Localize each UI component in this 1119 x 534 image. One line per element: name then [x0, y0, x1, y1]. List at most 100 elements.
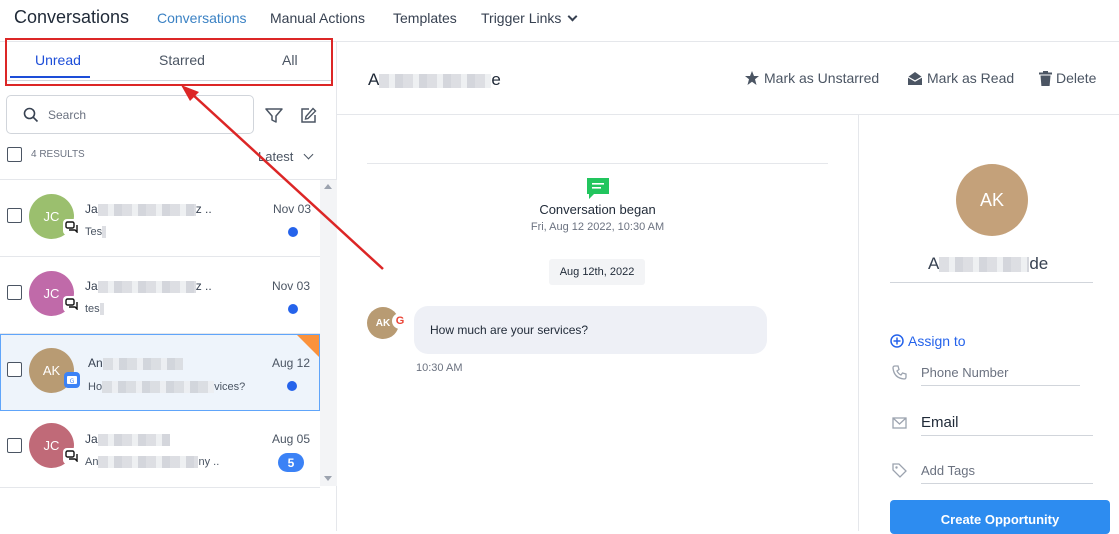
row-checkbox[interactable] — [7, 362, 22, 377]
conversation-list: JC Ja z .. Tes Nov 03 JC Ja z .. tes Nov 0… — [0, 179, 337, 488]
results-count: 4 RESULTS — [31, 149, 85, 160]
google-business-icon: G — [64, 372, 80, 388]
delete-button[interactable]: Delete — [1039, 70, 1096, 86]
search-input[interactable]: Search — [6, 95, 254, 134]
scroll-down-arrow-icon[interactable] — [324, 476, 332, 481]
row-name: Ja z .. — [85, 279, 212, 293]
redacted-text — [97, 203, 196, 216]
tab-all[interactable]: All — [282, 52, 298, 68]
row-preview-end: ny .. — [198, 456, 220, 468]
field-underline — [921, 385, 1080, 386]
chat-name-start: A — [368, 70, 380, 89]
tag-icon — [892, 463, 907, 478]
search-icon — [23, 107, 39, 123]
redacted-text — [939, 257, 1030, 273]
envelope-open-icon — [907, 71, 923, 85]
mark-read-label: Mark as Read — [927, 70, 1015, 86]
filter-icon[interactable] — [265, 108, 283, 124]
compose-icon[interactable] — [300, 107, 317, 124]
redacted-text — [98, 456, 199, 469]
assign-to-button[interactable]: Assign to — [890, 333, 966, 349]
nav-conversations[interactable]: Conversations — [157, 10, 247, 26]
message-time: 10:30 AM — [416, 362, 463, 374]
tab-active-indicator — [10, 76, 90, 78]
tags-field[interactable]: Add Tags — [921, 463, 975, 478]
chat-name-end: e — [491, 70, 501, 89]
row-name-start: Ja — [85, 279, 98, 293]
phone-field[interactable]: Phone Number — [921, 365, 1008, 380]
list-scrollbar[interactable] — [320, 180, 337, 486]
nav-trigger-links[interactable]: Trigger Links — [481, 10, 578, 26]
row-checkbox[interactable] — [7, 438, 22, 453]
star-icon — [745, 71, 759, 85]
mark-unstarred-button[interactable]: Mark as Unstarred — [744, 70, 879, 86]
row-preview: Tes — [85, 226, 107, 239]
chat-channel-icon — [63, 448, 79, 464]
email-field[interactable]: Email — [921, 414, 959, 431]
search-placeholder: Search — [48, 108, 87, 122]
nav-templates[interactable]: Templates — [393, 10, 457, 26]
row-preview-end: vices? — [214, 381, 246, 393]
contact-details-pane: AK Ade Assign to Phone Number Email Add … — [858, 115, 1119, 534]
row-name: An — [88, 356, 183, 370]
tabs-divider — [7, 80, 331, 81]
conversation-row[interactable]: JC Ja An ny .. Aug 05 5 — [0, 411, 320, 488]
row-checkbox[interactable] — [7, 208, 22, 223]
chat-contact-name: Ae — [368, 70, 501, 90]
star-corner-flag — [297, 335, 319, 357]
date-separator-chip: Aug 12th, 2022 — [549, 259, 645, 285]
tab-starred[interactable]: Starred — [159, 52, 205, 68]
contact-avatar: AK — [956, 164, 1028, 236]
conversation-began-date: Fri, Aug 12 2022, 10:30 AM — [530, 221, 665, 233]
chevron-down-icon — [567, 11, 578, 22]
row-name-start: An — [88, 356, 103, 370]
unread-count-badge: 5 — [278, 453, 304, 472]
scroll-up-arrow-icon[interactable] — [324, 184, 332, 189]
unread-dot — [287, 381, 297, 391]
chat-channel-icon — [63, 296, 79, 312]
row-preview-start: Tes — [85, 226, 103, 238]
row-name-end: z .. — [195, 279, 212, 293]
create-opportunity-button[interactable]: Create Opportunity — [890, 500, 1110, 534]
redacted-text — [99, 303, 104, 316]
row-preview-start: Ho — [88, 381, 103, 393]
row-preview-start: An — [85, 456, 99, 468]
field-underline — [921, 483, 1093, 484]
nav-trigger-links-label: Trigger Links — [481, 10, 562, 26]
conversation-list-pane: Unread Starred All Search 4 RESULTS Late… — [0, 38, 337, 531]
chat-header: Ae Mark as Unstarred Mark as Read Delete — [337, 42, 1119, 115]
sort-label: Latest — [258, 149, 294, 164]
contact-name: Ade — [928, 254, 1048, 274]
google-icon: G — [392, 313, 408, 329]
row-preview: Ho vices? — [88, 381, 246, 394]
trash-icon — [1039, 70, 1052, 86]
conversation-row-selected[interactable]: AK G An Ho vices? Aug 12 — [0, 334, 320, 411]
contact-name-end: de — [1029, 254, 1049, 273]
row-name-start: Ja — [85, 432, 98, 446]
chat-bubble-icon — [587, 178, 609, 199]
row-checkbox[interactable] — [7, 285, 22, 300]
redacted-text — [379, 73, 492, 88]
assign-to-label: Assign to — [908, 333, 966, 349]
nav-manual-actions[interactable]: Manual Actions — [270, 10, 365, 26]
divider — [367, 163, 828, 164]
conversation-row[interactable]: JC Ja z .. Tes Nov 03 — [0, 180, 320, 257]
conversation-began: Conversation began — [539, 202, 656, 217]
chat-channel-icon — [63, 219, 79, 235]
phone-icon — [892, 365, 907, 380]
unread-dot — [288, 227, 298, 237]
redacted-text — [97, 280, 196, 293]
row-preview: tes — [85, 303, 104, 316]
mark-read-button[interactable]: Mark as Read — [907, 70, 1014, 86]
delete-label: Delete — [1056, 70, 1097, 86]
select-all-checkbox[interactable] — [7, 147, 22, 162]
sort-dropdown[interactable]: Latest — [258, 149, 314, 164]
chat-thread: Conversation began Fri, Aug 12 2022, 10:… — [337, 115, 858, 531]
svg-text:G: G — [70, 378, 75, 385]
chevron-down-icon — [303, 149, 314, 160]
divider — [890, 282, 1093, 283]
conversation-row[interactable]: JC Ja z .. tes Nov 03 — [0, 257, 320, 334]
tab-unread[interactable]: Unread — [35, 52, 81, 68]
redacted-text — [102, 357, 183, 370]
row-date: Nov 03 — [271, 279, 310, 293]
